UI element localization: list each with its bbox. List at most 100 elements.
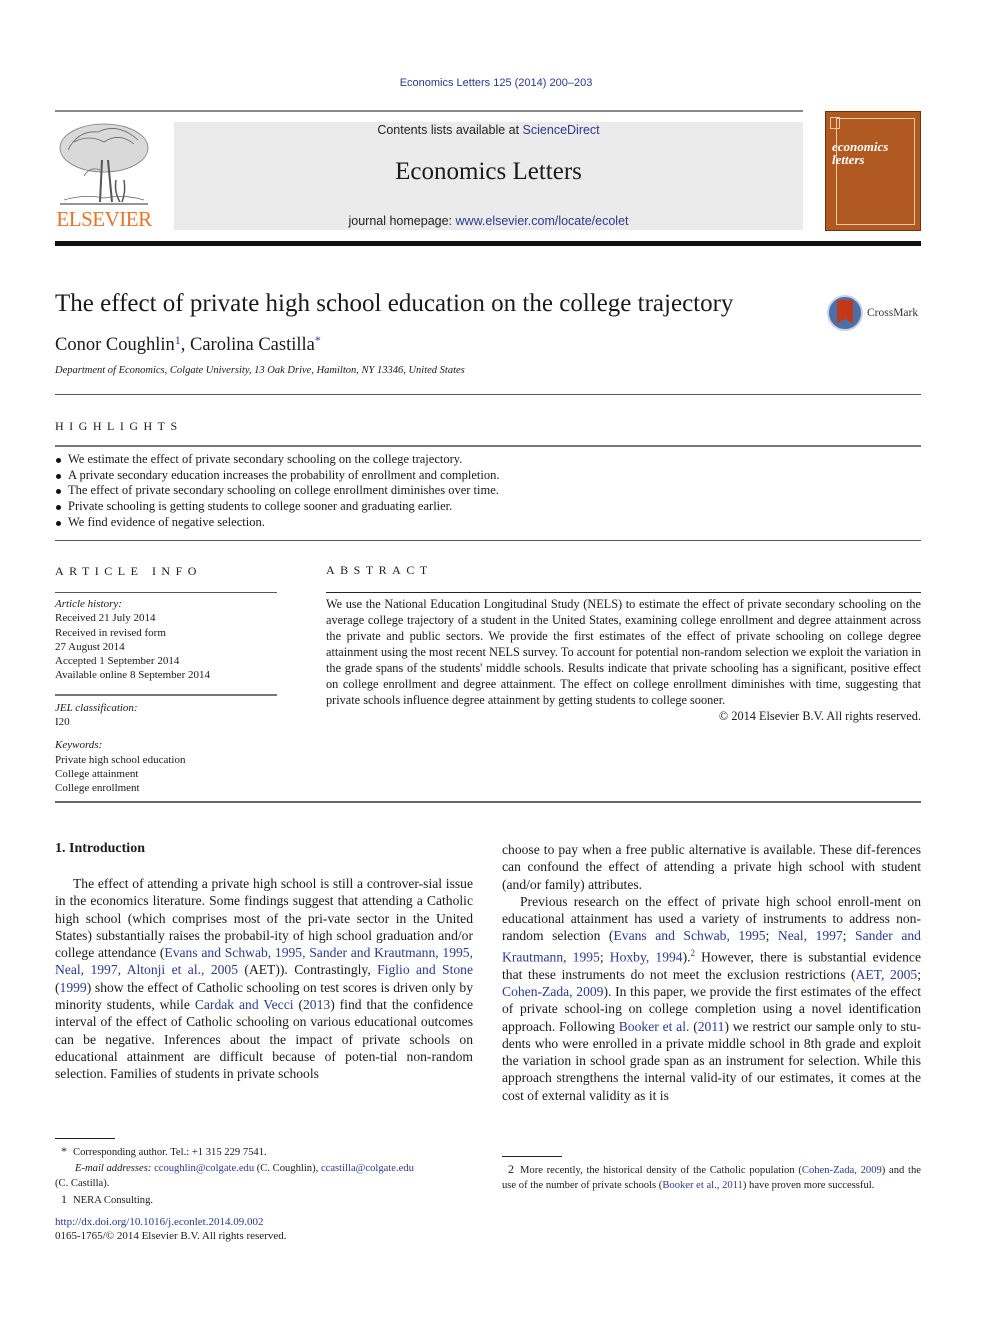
citation-link[interactable]: Booker et al.: [619, 1019, 690, 1034]
citation-link[interactable]: 2013: [303, 997, 330, 1012]
highlight-item: We find evidence of negative selection.: [55, 515, 921, 531]
author-footnote-mark[interactable]: 1: [175, 333, 181, 347]
text-run: (: [689, 1018, 698, 1034]
footnote-mark: 2: [508, 1162, 514, 1176]
crossmark-button[interactable]: CrossMark: [827, 295, 927, 331]
footnote-mark: *: [61, 1144, 67, 1158]
contents-line: Contents lists available at ScienceDirec…: [174, 123, 803, 137]
footnote-1: 1 NERA Consulting.: [55, 1192, 473, 1209]
abstract-body: We use the National Education Longitudin…: [326, 597, 921, 707]
author-name[interactable]: Carolina Castilla: [190, 335, 315, 355]
sciencedirect-link[interactable]: ScienceDirect: [523, 123, 600, 137]
footnote-rule: [502, 1156, 562, 1157]
citation-link[interactable]: Evans and Schwab, 1995: [613, 928, 765, 943]
footnote-mark: 1: [61, 1191, 67, 1206]
highlights-heading: HIGHLIGHTS: [55, 419, 183, 433]
elsevier-wordmark: ELSEVIER: [56, 207, 152, 231]
footnote-emails-cont: (C. Castilla).: [55, 1178, 110, 1189]
contents-prefix: Contents lists available at: [377, 123, 523, 137]
text-run: (: [293, 997, 303, 1013]
journal-title: Economics Letters: [395, 158, 582, 185]
elsevier-logo: ELSEVIER: [54, 120, 154, 232]
citation-link[interactable]: AET, 2005: [856, 967, 918, 982]
citation-link[interactable]: 1999: [60, 980, 87, 995]
citation-link[interactable]: Figlio and Stone: [377, 962, 473, 977]
journal-homepage-link[interactable]: www.elsevier.com/locate/ecolet: [456, 214, 629, 228]
paragraph: Previous research on the effect of priva…: [502, 893, 921, 1104]
footnote-corresponding: * Corresponding author. Tel.: +1 315 229 …: [55, 1144, 473, 1161]
text-run: (C. Coughlin),: [254, 1162, 321, 1174]
cover-title: economics letters: [832, 140, 888, 166]
divider: [55, 801, 921, 803]
text-run: ).: [682, 949, 691, 965]
author-name[interactable]: Conor Coughlin: [55, 335, 175, 355]
section-heading-introduction: 1. Introduction: [55, 841, 145, 856]
journal-banner: Contents lists available at ScienceDirec…: [174, 122, 803, 230]
keyword: College enrollment: [55, 782, 140, 795]
citation-link[interactable]: Cardak and Vecci: [195, 997, 294, 1012]
journal-cover-image: economics letters: [825, 111, 921, 231]
article-title: The effect of private high school educat…: [55, 290, 734, 317]
footnote-2: 2 More recently, the historical density o…: [502, 1162, 921, 1193]
jel-label: JEL classification:: [55, 701, 138, 714]
article-info: Article history: Received 21 July 2014 R…: [55, 597, 277, 796]
crossmark-label: CrossMark: [867, 307, 919, 319]
abstract-copyright: © 2014 Elsevier B.V. All rights reserved…: [718, 709, 921, 723]
citation-link[interactable]: Cohen-Zada, 2009: [802, 1165, 882, 1176]
author-affiliation: Department of Economics, Colgate Univers…: [55, 365, 465, 376]
footnote-text: Corresponding author. Tel.: +1 315 229 7…: [73, 1147, 267, 1158]
doi-link[interactable]: http://dx.doi.org/10.1016/j.econlet.2014…: [55, 1216, 263, 1228]
divider: [55, 693, 277, 696]
citation-link[interactable]: 2011: [698, 1019, 725, 1034]
history-item: Received in revised form: [55, 626, 166, 639]
paragraph: choose to pay when a free public alterna…: [502, 842, 921, 892]
doi-block: http://dx.doi.org/10.1016/j.econlet.2014…: [55, 1215, 287, 1243]
homepage-prefix: journal homepage:: [348, 214, 456, 228]
divider: [55, 592, 277, 593]
history-item: Available online 8 September 2014: [55, 669, 210, 682]
citation-link[interactable]: Booker et al., 2011: [662, 1180, 743, 1191]
elsevier-tree-icon: [59, 123, 149, 205]
email-link[interactable]: ccoughlin@colgate.edu: [154, 1163, 254, 1174]
text-run: ;: [765, 928, 778, 944]
history-item: Received 21 July 2014: [55, 612, 156, 625]
divider: [55, 540, 921, 541]
body-column-left: The effect of attending a private high s…: [55, 875, 473, 1083]
highlight-item: A private secondary education increases …: [55, 468, 921, 484]
history-item: 27 August 2014: [55, 640, 125, 653]
citation-link[interactable]: Neal, 1997: [778, 928, 843, 943]
keyword: Private high school education: [55, 753, 186, 766]
issn-copyright: 0165-1765/© 2014 Elsevier B.V. All right…: [55, 1230, 287, 1242]
text-run: (AET)). Contrastingly,: [238, 962, 378, 978]
corresponding-author-mark[interactable]: *: [315, 333, 321, 347]
header-thick-rule: [55, 241, 921, 246]
cover-title-line2: letters: [832, 152, 865, 167]
jel-code: I20: [55, 716, 70, 729]
footnote-text: NERA Consulting.: [73, 1194, 154, 1206]
article-history-label: Article history:: [55, 598, 122, 610]
footnote-emails: E-mail addresses: ccoughlin@colgate.edu …: [55, 1161, 473, 1177]
text-run: ;: [599, 949, 610, 965]
paragraph: The effect of attending a private high s…: [55, 875, 473, 1083]
text-run: ;: [842, 928, 856, 944]
text-run: ) have proven more successful.: [742, 1179, 875, 1191]
footnotes-left: * Corresponding author. Tel.: +1 315 229 …: [55, 1144, 473, 1208]
author-separator: ,: [180, 335, 190, 355]
abstract: We use the National Education Longitudin…: [326, 596, 921, 724]
highlight-item: We estimate the effect of private second…: [55, 452, 921, 468]
divider: [326, 592, 921, 593]
footnotes-right: 2 More recently, the historical density o…: [502, 1162, 921, 1193]
text-run: ;: [917, 966, 921, 982]
header-rule: [55, 110, 803, 112]
history-item: Accepted 1 September 2014: [55, 655, 180, 668]
citation-link[interactable]: Hoxby, 1994: [610, 949, 683, 964]
divider: [55, 445, 921, 447]
footnote-rule: [55, 1138, 115, 1139]
email-link[interactable]: ccastilla@colgate.edu: [321, 1163, 414, 1174]
highlight-item: Private schooling is getting students to…: [55, 499, 921, 515]
citation-link[interactable]: Cohen-Zada, 2009: [502, 984, 603, 999]
journal-reference[interactable]: Economics Letters 125 (2014) 200–203: [0, 77, 992, 89]
body-column-right: choose to pay when a free public alterna…: [502, 841, 921, 1104]
highlights-list: We estimate the effect of private second…: [55, 452, 921, 531]
cover-publisher-icon: [830, 117, 840, 129]
